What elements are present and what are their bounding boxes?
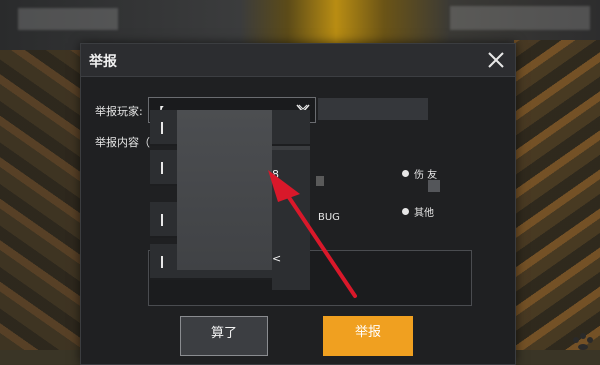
radio-option-2[interactable] [402, 208, 409, 215]
cancel-button[interactable]: 算了 [180, 316, 268, 356]
close-icon[interactable] [485, 49, 507, 71]
background-left [0, 50, 80, 350]
option-marker [161, 256, 163, 268]
option-label-1: 伤 友 [414, 170, 438, 181]
blurred-label [18, 8, 118, 30]
radio-option-1[interactable] [402, 170, 409, 177]
paw-icon [573, 333, 593, 350]
blurred-label [428, 180, 440, 192]
option-fragment: BUG [318, 212, 340, 223]
dropdown-highlight [177, 110, 272, 270]
blurred-label [450, 6, 590, 30]
dialog-title: 举报 [89, 54, 117, 70]
background-right [514, 40, 600, 350]
content-label: 举报内容（ [95, 136, 150, 149]
report-button[interactable]: 举报 [323, 316, 413, 356]
select-strip [318, 98, 428, 120]
dropdown-fragment: 8 [272, 168, 279, 181]
option-marker [161, 214, 163, 226]
option-marker [161, 162, 163, 174]
dialog-header: 举报 [81, 44, 515, 77]
blurred-label [316, 176, 324, 186]
option-marker [161, 122, 163, 134]
dropdown-side-glyph: < [272, 252, 282, 265]
player-label: 举报玩家: [95, 105, 143, 118]
option-label-2: 其他 [414, 208, 434, 219]
